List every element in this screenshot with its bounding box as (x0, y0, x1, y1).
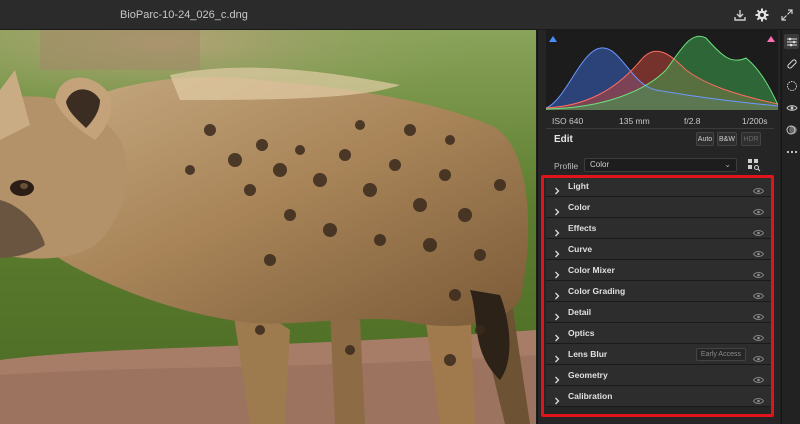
tool-strip (781, 30, 800, 424)
hdr-button[interactable]: HDR (741, 132, 761, 146)
auto-button[interactable]: Auto (696, 132, 714, 146)
sections-highlight (541, 175, 774, 417)
exif-shutter: 1/200s (742, 116, 768, 126)
exif-iso: ISO 640 (552, 116, 584, 126)
divider (546, 128, 774, 129)
masking-icon[interactable] (784, 78, 799, 93)
title-bar: BioParc-10-24_026_c.dng (0, 0, 800, 30)
download-icon[interactable] (731, 6, 749, 24)
edit-title: Edit (554, 134, 573, 145)
highlight-clipping-icon[interactable] (766, 30, 776, 42)
red-eye-icon[interactable] (784, 100, 799, 115)
histogram (545, 30, 779, 110)
exif-aperture: f/2.8 (684, 116, 701, 126)
more-icon[interactable] (784, 144, 799, 159)
presets-icon[interactable] (784, 122, 799, 137)
expand-icon[interactable] (778, 6, 796, 24)
chevron-down-icon: ⌄ (724, 160, 731, 169)
hyena-photo (0, 30, 536, 424)
profile-dropdown[interactable]: Color ⌄ (584, 158, 737, 172)
bw-button[interactable]: B&W (717, 132, 737, 146)
document-title: BioParc-10-24_026_c.dng (120, 9, 248, 21)
exif-focal-length: 135 mm (619, 116, 650, 126)
profile-browser-icon[interactable] (747, 158, 761, 172)
profile-label: Profile (554, 161, 579, 171)
photo-canvas[interactable] (0, 30, 536, 424)
shadow-clipping-icon[interactable] (548, 30, 558, 42)
gear-icon[interactable] (753, 6, 771, 24)
profile-value: Color (590, 160, 610, 169)
healing-bandage-icon[interactable] (784, 56, 799, 71)
edit-sliders-icon[interactable] (784, 34, 799, 49)
